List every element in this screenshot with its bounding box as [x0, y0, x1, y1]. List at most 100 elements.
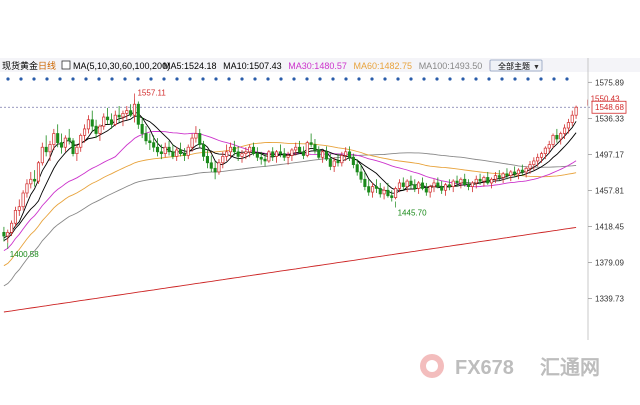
candle[interactable]: [420, 177, 425, 191]
candle[interactable]: [10, 220, 14, 237]
candle[interactable]: [501, 171, 505, 183]
candle[interactable]: [313, 138, 317, 154]
candle[interactable]: [2, 226, 6, 242]
candle[interactable]: [413, 179, 417, 193]
event-marker-icon[interactable]: [552, 77, 556, 81]
event-marker-icon[interactable]: [97, 77, 101, 81]
event-marker-icon[interactable]: [253, 77, 257, 81]
candle[interactable]: [424, 182, 428, 196]
candle[interactable]: [428, 184, 432, 198]
candle[interactable]: [559, 131, 563, 145]
candle[interactable]: [298, 140, 302, 154]
candle[interactable]: [467, 179, 471, 191]
candle[interactable]: [551, 133, 555, 149]
candle[interactable]: [275, 149, 279, 163]
event-marker-icon[interactable]: [565, 77, 569, 81]
candle[interactable]: [144, 126, 148, 145]
candle[interactable]: [117, 106, 121, 123]
candle[interactable]: [29, 171, 33, 189]
candle[interactable]: [555, 128, 559, 143]
event-marker-icon[interactable]: [396, 77, 400, 81]
event-marker-icon[interactable]: [331, 77, 335, 81]
candle[interactable]: [490, 177, 494, 189]
candle[interactable]: [86, 115, 90, 134]
candle[interactable]: [443, 182, 448, 196]
candle[interactable]: [432, 179, 436, 193]
candle[interactable]: [94, 119, 98, 139]
candle[interactable]: [267, 149, 271, 163]
candle[interactable]: [205, 149, 209, 169]
candle[interactable]: [17, 199, 21, 216]
candle[interactable]: [497, 170, 501, 182]
candle[interactable]: [136, 101, 140, 129]
event-marker-icon[interactable]: [344, 77, 348, 81]
candle[interactable]: [175, 147, 179, 161]
candle[interactable]: [163, 142, 167, 158]
event-marker-icon[interactable]: [84, 77, 88, 81]
candle[interactable]: [186, 144, 190, 160]
event-marker-icon[interactable]: [318, 77, 322, 81]
candle[interactable]: [198, 128, 202, 148]
candle[interactable]: [324, 146, 329, 161]
candle[interactable]: [536, 153, 540, 167]
candle[interactable]: [378, 182, 382, 198]
candle[interactable]: [463, 173, 467, 187]
event-marker-icon[interactable]: [461, 77, 465, 81]
candle[interactable]: [152, 135, 156, 152]
candle[interactable]: [13, 206, 17, 227]
candle[interactable]: [209, 155, 213, 172]
event-marker-icon[interactable]: [162, 77, 166, 81]
event-marker-icon[interactable]: [513, 77, 517, 81]
candle[interactable]: [301, 146, 305, 160]
candle[interactable]: [67, 128, 71, 145]
event-marker-icon[interactable]: [32, 77, 36, 81]
candle[interactable]: [63, 135, 67, 152]
candle[interactable]: [394, 186, 398, 200]
candle[interactable]: [98, 124, 102, 141]
event-marker-icon[interactable]: [409, 77, 413, 81]
candle[interactable]: [148, 133, 152, 150]
candle[interactable]: [44, 135, 48, 157]
candle[interactable]: [409, 175, 413, 189]
candle[interactable]: [194, 126, 198, 143]
candle[interactable]: [213, 160, 217, 180]
candle[interactable]: [516, 168, 521, 180]
candle[interactable]: [513, 166, 517, 178]
candle[interactable]: [255, 147, 259, 161]
candle[interactable]: [317, 146, 321, 160]
candle[interactable]: [167, 140, 171, 156]
candle[interactable]: [290, 148, 294, 161]
event-marker-icon[interactable]: [487, 77, 491, 81]
event-marker-icon[interactable]: [279, 77, 283, 81]
chevron-down-icon[interactable]: ▼: [533, 64, 540, 71]
candle[interactable]: [367, 179, 371, 196]
event-marker-icon[interactable]: [6, 77, 10, 81]
event-marker-icon[interactable]: [357, 77, 361, 81]
candle[interactable]: [405, 179, 409, 193]
event-marker-icon[interactable]: [123, 77, 127, 81]
candle[interactable]: [390, 190, 394, 202]
candle[interactable]: [33, 170, 37, 187]
candle[interactable]: [401, 177, 405, 191]
candle[interactable]: [486, 171, 490, 185]
candle[interactable]: [305, 140, 309, 158]
candle[interactable]: [382, 186, 386, 200]
candle[interactable]: [539, 151, 544, 163]
event-marker-icon[interactable]: [526, 77, 530, 81]
candle[interactable]: [155, 138, 160, 157]
candle[interactable]: [347, 146, 352, 161]
candle[interactable]: [182, 148, 186, 161]
event-marker-icon[interactable]: [240, 77, 244, 81]
candle[interactable]: [451, 179, 455, 193]
candle[interactable]: [190, 133, 194, 152]
candle[interactable]: [25, 179, 29, 198]
candle[interactable]: [79, 133, 83, 152]
candle[interactable]: [447, 179, 451, 191]
candle[interactable]: [570, 110, 574, 127]
event-marker-icon[interactable]: [188, 77, 192, 81]
candle[interactable]: [271, 147, 275, 161]
candle[interactable]: [321, 149, 325, 163]
event-marker-icon[interactable]: [214, 77, 218, 81]
candle[interactable]: [36, 160, 41, 184]
event-marker-icon[interactable]: [136, 77, 140, 81]
